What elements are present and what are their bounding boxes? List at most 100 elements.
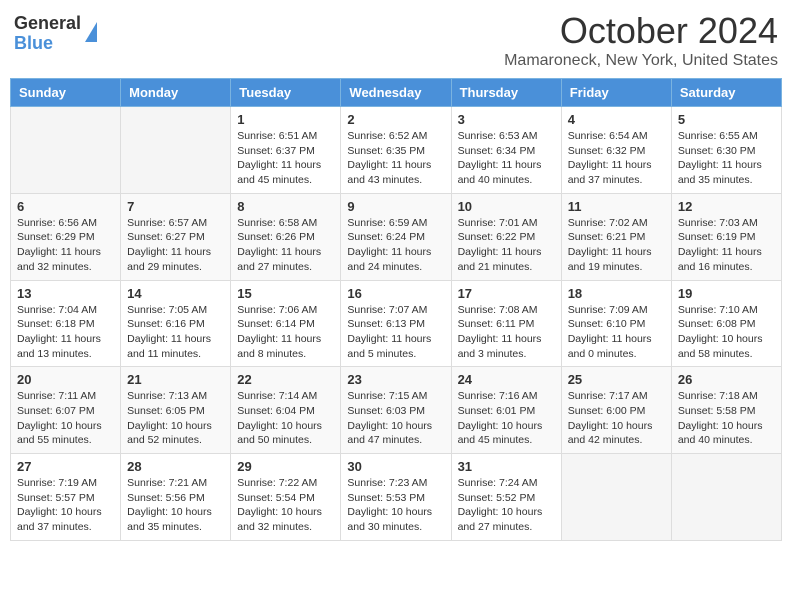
day-number: 12: [678, 199, 775, 214]
calendar-cell: 21 Sunrise: 7:13 AM Sunset: 6:05 PM Dayli…: [121, 367, 231, 454]
day-number: 11: [568, 199, 665, 214]
calendar-cell: 27 Sunrise: 7:19 AM Sunset: 5:57 PM Dayli…: [11, 454, 121, 541]
calendar-cell: 5 Sunrise: 6:55 AM Sunset: 6:30 PM Daylig…: [671, 107, 781, 194]
calendar-cell: 1 Sunrise: 6:51 AM Sunset: 6:37 PM Daylig…: [231, 107, 341, 194]
calendar-cell: 3 Sunrise: 6:53 AM Sunset: 6:34 PM Daylig…: [451, 107, 561, 194]
calendar-week-row: 27 Sunrise: 7:19 AM Sunset: 5:57 PM Dayli…: [11, 454, 782, 541]
day-number: 6: [17, 199, 114, 214]
day-info: Sunrise: 7:21 AM Sunset: 5:56 PM Dayligh…: [127, 476, 224, 535]
day-info: Sunrise: 6:58 AM Sunset: 6:26 PM Dayligh…: [237, 216, 334, 275]
day-number: 31: [458, 459, 555, 474]
logo-blue: Blue: [14, 34, 81, 54]
calendar-cell: 16Sunrise: 7:07 AM Sunset: 6:13 PM Dayli…: [341, 280, 451, 367]
day-info: Sunrise: 7:22 AM Sunset: 5:54 PM Dayligh…: [237, 476, 334, 535]
weekday-header-cell: Wednesday: [341, 79, 451, 107]
page-header: General Blue October 2024 Mamaroneck, Ne…: [10, 10, 782, 70]
day-info: Sunrise: 6:54 AM Sunset: 6:32 PM Dayligh…: [568, 129, 665, 188]
day-info: Sunrise: 6:52 AM Sunset: 6:35 PM Dayligh…: [347, 129, 444, 188]
calendar-week-row: 13Sunrise: 7:04 AM Sunset: 6:18 PM Dayli…: [11, 280, 782, 367]
day-info: Sunrise: 6:53 AM Sunset: 6:34 PM Dayligh…: [458, 129, 555, 188]
calendar-cell: [121, 107, 231, 194]
day-info: Sunrise: 7:14 AM Sunset: 6:04 PM Dayligh…: [237, 389, 334, 448]
weekday-header-cell: Tuesday: [231, 79, 341, 107]
day-info: Sunrise: 7:05 AM Sunset: 6:16 PM Dayligh…: [127, 303, 224, 362]
day-info: Sunrise: 7:11 AM Sunset: 6:07 PM Dayligh…: [17, 389, 114, 448]
day-number: 10: [458, 199, 555, 214]
day-info: Sunrise: 6:51 AM Sunset: 6:37 PM Dayligh…: [237, 129, 334, 188]
day-info: Sunrise: 7:19 AM Sunset: 5:57 PM Dayligh…: [17, 476, 114, 535]
calendar-body: 1 Sunrise: 6:51 AM Sunset: 6:37 PM Daylig…: [11, 107, 782, 541]
calendar-cell: [11, 107, 121, 194]
day-number: 1: [237, 112, 334, 127]
calendar-cell: 4 Sunrise: 6:54 AM Sunset: 6:32 PM Daylig…: [561, 107, 671, 194]
month-title: October 2024: [504, 10, 778, 52]
calendar-cell: 18 Sunrise: 7:09 AM Sunset: 6:10 PM Dayli…: [561, 280, 671, 367]
day-number: 15: [237, 286, 334, 301]
day-number: 7: [127, 199, 224, 214]
day-number: 24: [458, 372, 555, 387]
day-number: 25: [568, 372, 665, 387]
calendar-cell: 7 Sunrise: 6:57 AM Sunset: 6:27 PM Daylig…: [121, 193, 231, 280]
day-info: Sunrise: 7:13 AM Sunset: 6:05 PM Dayligh…: [127, 389, 224, 448]
calendar-cell: 29Sunrise: 7:22 AM Sunset: 5:54 PM Dayli…: [231, 454, 341, 541]
calendar-cell: 22 Sunrise: 7:14 AM Sunset: 6:04 PM Dayli…: [231, 367, 341, 454]
day-info: Sunrise: 6:57 AM Sunset: 6:27 PM Dayligh…: [127, 216, 224, 275]
weekday-header-cell: Friday: [561, 79, 671, 107]
title-block: October 2024 Mamaroneck, New York, Unite…: [504, 10, 778, 70]
weekday-header-cell: Monday: [121, 79, 231, 107]
day-info: Sunrise: 6:56 AM Sunset: 6:29 PM Dayligh…: [17, 216, 114, 275]
day-number: 18: [568, 286, 665, 301]
calendar-cell: 13Sunrise: 7:04 AM Sunset: 6:18 PM Dayli…: [11, 280, 121, 367]
calendar-cell: 14 Sunrise: 7:05 AM Sunset: 6:16 PM Dayli…: [121, 280, 231, 367]
calendar-table: SundayMondayTuesdayWednesdayThursdayFrid…: [10, 78, 782, 541]
day-info: Sunrise: 7:02 AM Sunset: 6:21 PM Dayligh…: [568, 216, 665, 275]
calendar-cell: 31 Sunrise: 7:24 AM Sunset: 5:52 PM Dayli…: [451, 454, 561, 541]
calendar-cell: 10 Sunrise: 7:01 AM Sunset: 6:22 PM Dayli…: [451, 193, 561, 280]
calendar-cell: 11 Sunrise: 7:02 AM Sunset: 6:21 PM Dayli…: [561, 193, 671, 280]
day-number: 28: [127, 459, 224, 474]
calendar-cell: 28 Sunrise: 7:21 AM Sunset: 5:56 PM Dayli…: [121, 454, 231, 541]
logo-triangle-icon: [85, 22, 97, 42]
day-info: Sunrise: 7:24 AM Sunset: 5:52 PM Dayligh…: [458, 476, 555, 535]
day-number: 9: [347, 199, 444, 214]
day-info: Sunrise: 7:18 AM Sunset: 5:58 PM Dayligh…: [678, 389, 775, 448]
day-number: 14: [127, 286, 224, 301]
day-number: 23: [347, 372, 444, 387]
calendar-cell: 9Sunrise: 6:59 AM Sunset: 6:24 PM Daylig…: [341, 193, 451, 280]
day-info: Sunrise: 7:16 AM Sunset: 6:01 PM Dayligh…: [458, 389, 555, 448]
calendar-week-row: 6 Sunrise: 6:56 AM Sunset: 6:29 PM Daylig…: [11, 193, 782, 280]
day-number: 8: [237, 199, 334, 214]
day-info: Sunrise: 7:08 AM Sunset: 6:11 PM Dayligh…: [458, 303, 555, 362]
logo: General Blue: [14, 14, 97, 54]
calendar-cell: 8 Sunrise: 6:58 AM Sunset: 6:26 PM Daylig…: [231, 193, 341, 280]
calendar-cell: 30Sunrise: 7:23 AM Sunset: 5:53 PM Dayli…: [341, 454, 451, 541]
day-number: 27: [17, 459, 114, 474]
day-info: Sunrise: 7:09 AM Sunset: 6:10 PM Dayligh…: [568, 303, 665, 362]
calendar-cell: 12Sunrise: 7:03 AM Sunset: 6:19 PM Dayli…: [671, 193, 781, 280]
day-number: 26: [678, 372, 775, 387]
calendar-cell: 17Sunrise: 7:08 AM Sunset: 6:11 PM Dayli…: [451, 280, 561, 367]
day-number: 4: [568, 112, 665, 127]
day-number: 5: [678, 112, 775, 127]
calendar-week-row: 1 Sunrise: 6:51 AM Sunset: 6:37 PM Daylig…: [11, 107, 782, 194]
calendar-cell: 6 Sunrise: 6:56 AM Sunset: 6:29 PM Daylig…: [11, 193, 121, 280]
day-number: 19: [678, 286, 775, 301]
calendar-cell: [671, 454, 781, 541]
weekday-header-cell: Saturday: [671, 79, 781, 107]
day-number: 30: [347, 459, 444, 474]
day-number: 21: [127, 372, 224, 387]
calendar-cell: 23 Sunrise: 7:15 AM Sunset: 6:03 PM Dayli…: [341, 367, 451, 454]
day-number: 3: [458, 112, 555, 127]
day-number: 20: [17, 372, 114, 387]
calendar-cell: 15Sunrise: 7:06 AM Sunset: 6:14 PM Dayli…: [231, 280, 341, 367]
weekday-header-cell: Thursday: [451, 79, 561, 107]
day-number: 22: [237, 372, 334, 387]
logo-general: General: [14, 14, 81, 34]
day-info: Sunrise: 6:55 AM Sunset: 6:30 PM Dayligh…: [678, 129, 775, 188]
day-info: Sunrise: 7:07 AM Sunset: 6:13 PM Dayligh…: [347, 303, 444, 362]
day-info: Sunrise: 7:01 AM Sunset: 6:22 PM Dayligh…: [458, 216, 555, 275]
calendar-cell: 19Sunrise: 7:10 AM Sunset: 6:08 PM Dayli…: [671, 280, 781, 367]
day-number: 2: [347, 112, 444, 127]
calendar-cell: 20 Sunrise: 7:11 AM Sunset: 6:07 PM Dayli…: [11, 367, 121, 454]
day-info: Sunrise: 7:15 AM Sunset: 6:03 PM Dayligh…: [347, 389, 444, 448]
